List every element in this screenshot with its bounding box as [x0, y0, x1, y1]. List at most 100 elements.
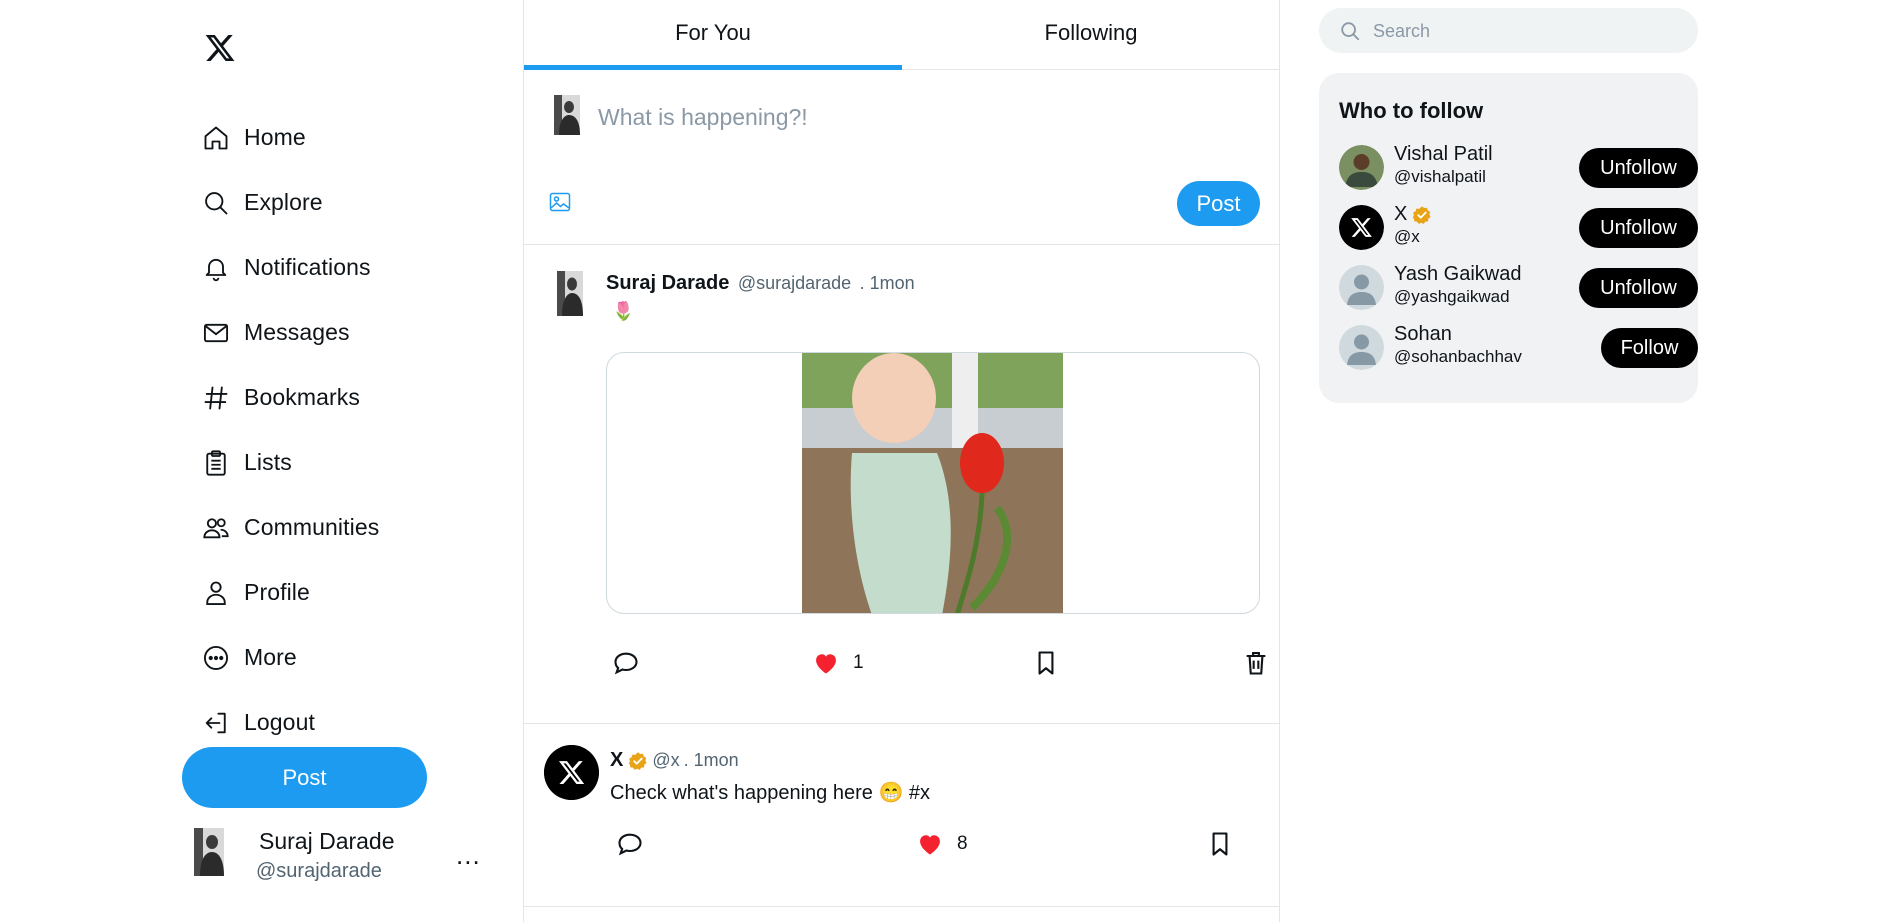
post-actions: 1	[612, 649, 1272, 689]
more-options-icon[interactable]: ...	[456, 842, 481, 868]
avatar	[1339, 205, 1384, 250]
like-button[interactable]: 1	[812, 649, 864, 677]
suggestion-name: Vishal Patil	[1394, 143, 1493, 165]
reply-button[interactable]	[612, 649, 640, 677]
nav-item-messages[interactable]: Messages	[202, 300, 379, 365]
nav-item-logout[interactable]: Logout	[202, 690, 379, 755]
panel-title: Who to follow	[1339, 98, 1484, 123]
nav-item-home[interactable]: Home	[202, 105, 379, 170]
suggestion-handle: @yashgaikwad	[1394, 287, 1510, 306]
post-text: Check what's happening here 😁 #x	[610, 782, 931, 804]
user-icon	[206, 581, 226, 605]
x-logo-icon[interactable]	[204, 32, 236, 64]
post-author-handle[interactable]: @surajdarade	[738, 273, 851, 293]
nav-label-communities: Communities	[244, 514, 380, 540]
nav-label-explore: Explore	[244, 189, 323, 215]
feed-post[interactable]: Suraj Darade @surajdarade . 1mon 🌷 1	[524, 246, 1280, 724]
post-photo	[802, 353, 1063, 613]
nav-item-more[interactable]: More	[202, 625, 379, 690]
unfollow-button[interactable]: Unfollow	[1579, 268, 1698, 308]
nav-label-lists: Lists	[244, 449, 292, 475]
bookmark-icon	[1212, 832, 1228, 856]
suggestion-handle: @sohanbachhav	[1394, 347, 1522, 366]
suggestion-name-row: X	[1394, 203, 1432, 226]
delete-button[interactable]	[1242, 649, 1270, 677]
hashtag-icon	[204, 386, 228, 409]
follow-button[interactable]: Follow	[1601, 328, 1698, 368]
avatar[interactable]	[544, 745, 599, 800]
comment-icon	[614, 652, 638, 675]
nav-item-profile[interactable]: Profile	[202, 560, 379, 625]
nav-label-more: More	[244, 644, 297, 670]
suggestion-name: Sohan	[1394, 323, 1452, 345]
reply-button[interactable]	[616, 830, 644, 858]
heart-icon	[920, 835, 940, 855]
avatar	[1339, 145, 1384, 190]
follow-suggestion[interactable]: Yash Gaikwad @yashgaikwad Unfollow	[1339, 263, 1698, 315]
nav-item-explore[interactable]: Explore	[202, 170, 379, 235]
post-author-name[interactable]: Suraj Darade	[606, 272, 729, 294]
nav-label-notifications: Notifications	[244, 254, 371, 280]
bell-icon	[205, 258, 227, 281]
compose-post-button[interactable]: Post	[1177, 181, 1260, 226]
verified-badge-icon	[1413, 205, 1431, 224]
feed-tabs: For You Following	[524, 0, 1280, 70]
main-nav: Home Explore Notifications Messages Book…	[202, 105, 379, 755]
nav-item-communities[interactable]: Communities	[202, 495, 379, 560]
default-avatar-icon	[1339, 325, 1384, 370]
follow-suggestion[interactable]: Vishal Patil @vishalpatil Unfollow	[1339, 143, 1698, 195]
comment-icon	[618, 833, 642, 856]
nav-item-notifications[interactable]: Notifications	[202, 235, 379, 300]
suggestion-name: X	[1394, 203, 1408, 225]
nav-item-bookmarks[interactable]: Bookmarks	[202, 365, 379, 430]
avatar	[554, 95, 580, 135]
who-to-follow-panel: Who to follow Vishal Patil @vishalpatil …	[1319, 73, 1698, 403]
home-icon	[204, 126, 228, 149]
avatar	[194, 828, 224, 876]
search-icon	[1341, 22, 1360, 41]
verified-badge-icon	[629, 751, 647, 770]
logout-icon	[205, 712, 226, 733]
post-media[interactable]	[606, 352, 1260, 614]
nav-label-logout: Logout	[244, 709, 315, 735]
feed-post[interactable]: X @x . 1mon Check what's happening here …	[524, 725, 1280, 907]
search-icon	[205, 191, 228, 214]
account-name: Suraj Darade	[259, 828, 395, 854]
nav-label-home: Home	[244, 124, 306, 150]
trash-icon	[1246, 652, 1266, 675]
image-icon[interactable]	[548, 190, 572, 214]
account-switcher[interactable]: Suraj Darade @surajdarade ...	[194, 828, 484, 888]
nav-label-bookmarks: Bookmarks	[244, 384, 360, 410]
suggestion-handle: @x	[1394, 227, 1420, 246]
post-author-name[interactable]: X	[610, 749, 623, 772]
more-circle-icon	[203, 645, 229, 670]
avatar[interactable]	[557, 271, 583, 316]
search-input[interactable]	[1373, 16, 1673, 46]
clipboard-list-icon	[206, 449, 226, 476]
follow-suggestion[interactable]: X @x Unfollow	[1339, 203, 1698, 255]
heart-icon	[816, 654, 836, 674]
default-avatar-icon	[1339, 265, 1384, 310]
follow-suggestion[interactable]: Sohan @sohanbachhav Follow	[1339, 323, 1698, 375]
envelope-icon	[203, 323, 229, 342]
tab-for-you[interactable]: For You	[524, 0, 902, 70]
bookmark-icon	[1038, 651, 1054, 675]
sidebar-post-button[interactable]: Post	[182, 747, 427, 808]
post-time: . 1mon	[683, 750, 739, 770]
unfollow-button[interactable]: Unfollow	[1579, 208, 1698, 248]
suggestion-name: Yash Gaikwad	[1394, 263, 1522, 285]
post-time: . 1mon	[859, 273, 915, 293]
unfollow-button[interactable]: Unfollow	[1579, 148, 1698, 188]
search-bar[interactable]	[1319, 8, 1698, 53]
post-author-handle[interactable]: @x	[652, 750, 679, 771]
compose-input[interactable]	[598, 100, 1198, 134]
like-count: 8	[957, 833, 968, 854]
bookmark-button[interactable]	[1206, 830, 1234, 858]
like-count: 1	[853, 652, 864, 673]
left-sidebar: Home Explore Notifications Messages Book…	[182, 0, 522, 922]
bookmark-button[interactable]	[1032, 649, 1060, 677]
nav-item-lists[interactable]: Lists	[202, 430, 379, 495]
like-button[interactable]: 8	[916, 830, 968, 858]
tab-following[interactable]: Following	[902, 0, 1280, 69]
account-handle: @surajdarade	[256, 860, 382, 882]
